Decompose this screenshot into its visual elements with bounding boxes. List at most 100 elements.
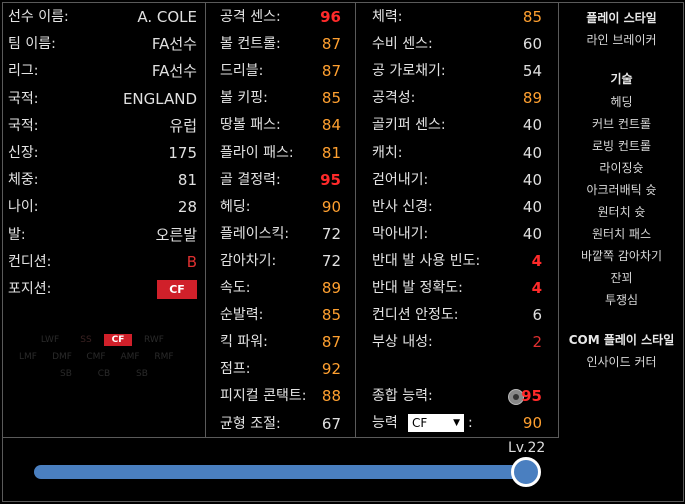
- profile-row: 체중: 81: [2, 167, 205, 194]
- stat-value: 84: [321, 116, 341, 135]
- position-colon: :: [468, 415, 473, 431]
- stat-value: 40: [522, 224, 542, 243]
- defense-stats-panel: 체력: 85 수비 센스: 60 공 가로채기: 54 공격성: 89 골키퍼 센스: 40 캐치:…: [356, 2, 559, 438]
- stat-label: 감아차기:: [220, 252, 277, 269]
- stat-label: 균형 조절:: [220, 415, 281, 432]
- stat-row: 골 결정력: 95: [206, 167, 355, 194]
- stat-row: 점프: 92: [206, 356, 355, 383]
- stat-label: 반대 발 사용 빈도:: [372, 252, 481, 269]
- stat-row: 감아차기: 72: [206, 248, 355, 275]
- overall-row: 종합 능력: 95: [356, 383, 558, 410]
- stat-row: 걷어내기: 40: [356, 167, 558, 194]
- position-select[interactable]: CF ▼: [408, 414, 464, 432]
- level-slider-track[interactable]: [34, 465, 530, 479]
- position-grid-cell: SB: [60, 369, 72, 379]
- skills-title: 기술: [610, 72, 633, 86]
- stat-label: 부상 내성:: [372, 334, 433, 351]
- stat-label: 볼 키핑:: [220, 90, 268, 107]
- stat-label: 걷어내기:: [372, 171, 429, 188]
- position-rating-label: 능력: [372, 415, 398, 431]
- profile-label: 국적:: [8, 90, 39, 107]
- profile-row: 선수 이름: A. COLE: [2, 4, 205, 31]
- stat-value: 40: [522, 197, 542, 216]
- profile-row: 리그: FA선수: [2, 58, 205, 85]
- profile-value: ENGLAND: [122, 89, 197, 108]
- position-rating-value: 90: [522, 414, 542, 432]
- stat-row: 순발력: 85: [206, 302, 355, 329]
- chevron-down-icon: ▼: [453, 418, 460, 428]
- profile-row: 포지션: CF: [2, 276, 205, 303]
- skill-item: 원터치 슛: [597, 205, 646, 219]
- stat-row: 드리블: 87: [206, 58, 355, 85]
- level-slider-handle[interactable]: [511, 457, 541, 487]
- stat-value: 54: [522, 62, 542, 81]
- attack-stats-panel: 공격 센스: 96 볼 컨트롤: 87 드리블: 87 볼 키핑: 85 땅볼 패스: 84 플라이…: [206, 2, 356, 438]
- stat-label: 땅볼 패스:: [220, 117, 281, 134]
- position-grid-cell: RWF: [144, 335, 164, 345]
- stat-row: 헤딩: 90: [206, 194, 355, 221]
- stat-row: 골키퍼 센스: 40: [356, 112, 558, 139]
- skill-item: 커브 컨트롤: [591, 117, 651, 131]
- stat-row: 공격성: 89: [356, 85, 558, 112]
- stat-value: 87: [321, 35, 341, 54]
- profile-row: 컨디션: B: [2, 249, 205, 276]
- stat-row: 균형 조절: 67: [206, 411, 355, 438]
- stat-value: 4: [531, 279, 542, 297]
- stat-label: 컨디션 안정도:: [372, 307, 459, 324]
- profile-label: 포지션:: [8, 281, 52, 297]
- stat-row: 반대 발 정확도: 4: [356, 275, 558, 302]
- skill-item: 로빙 컨트롤: [591, 139, 651, 153]
- profile-row: 팀 이름: FA선수: [2, 31, 205, 58]
- stat-label: 골 결정력:: [220, 171, 281, 188]
- stat-label: 막아내기:: [372, 225, 429, 242]
- stat-value: 85: [321, 306, 341, 325]
- stat-label: 골키퍼 센스:: [372, 117, 446, 134]
- profile-row: 나이: 28: [2, 194, 205, 221]
- stat-value: 96: [320, 8, 341, 26]
- stat-value: 95: [320, 170, 341, 189]
- skills-panel: 플레이 스타일 라인 브레이커 기술 COM 플레이 스타일 인사이드 커터 헤…: [559, 2, 684, 502]
- stat-label: 반대 발 정확도:: [372, 280, 463, 296]
- profile-label: 체중:: [8, 172, 39, 189]
- profile-label: 팀 이름:: [8, 36, 56, 53]
- profile-value: 오른발: [155, 225, 197, 244]
- playstyle-title: 플레이 스타일: [586, 11, 657, 25]
- profile-label: 발:: [8, 226, 26, 243]
- stat-value: 85: [522, 8, 542, 26]
- stat-label: 킥 파워:: [220, 334, 268, 351]
- skill-item: 바깥쪽 감아차기: [580, 249, 663, 263]
- stat-row: 공 가로채기: 54: [356, 58, 558, 85]
- position-badge: CF: [157, 280, 197, 299]
- stat-label: 점프:: [220, 361, 251, 378]
- stat-row: 킥 파워: 87: [206, 329, 355, 356]
- stat-value: 90: [321, 197, 341, 216]
- position-grid-cell: CF: [104, 334, 132, 346]
- skill-item: 아크러배틱 슛: [586, 183, 657, 197]
- stat-label: 드리블:: [220, 63, 264, 80]
- profile-value: 유럽: [169, 116, 197, 135]
- stat-row: 볼 컨트롤: 87: [206, 31, 355, 58]
- stat-row: 플레이스킥: 72: [206, 221, 355, 248]
- position-grid-cell: SB: [136, 369, 148, 379]
- profile-value: 28: [177, 198, 197, 217]
- stat-value: 67: [321, 414, 341, 433]
- profile-label: 나이:: [8, 199, 39, 216]
- stat-value: 2: [532, 333, 542, 352]
- stat-label: 속도:: [220, 280, 251, 296]
- stat-value: 87: [321, 62, 341, 81]
- stat-value: 60: [522, 35, 542, 54]
- stat-value: 6: [532, 306, 542, 325]
- stat-row: 속도: 89: [206, 275, 355, 302]
- stat-value: 72: [321, 224, 341, 243]
- stat-label: 캐치:: [372, 144, 403, 161]
- skill-item: 헤딩: [610, 95, 633, 109]
- stat-value: 88: [321, 387, 341, 406]
- stat-value: 72: [321, 251, 341, 270]
- stat-value: 40: [522, 170, 542, 189]
- stat-value: 92: [321, 360, 341, 379]
- stat-row: 막아내기: 40: [356, 221, 558, 248]
- stat-label: 플라이 패스:: [220, 144, 294, 161]
- stat-row: 땅볼 패스: 84: [206, 112, 355, 139]
- stat-value: 4: [531, 251, 542, 270]
- profile-value: 175: [168, 144, 197, 162]
